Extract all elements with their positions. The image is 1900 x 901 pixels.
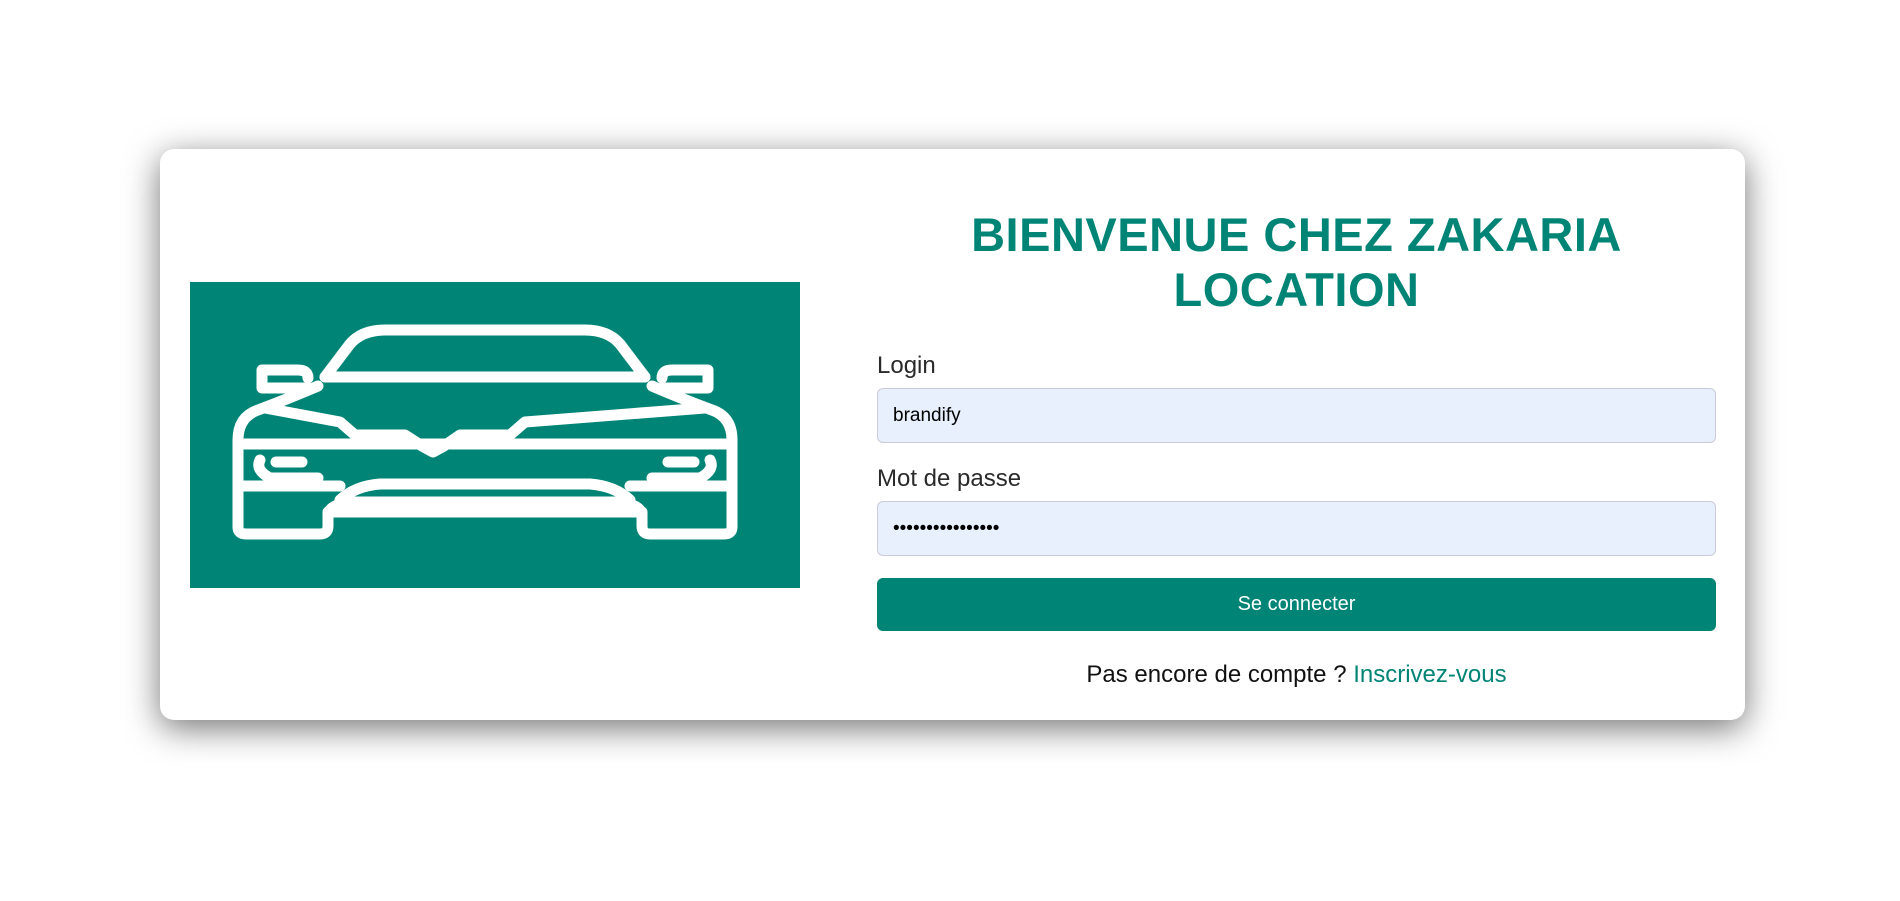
car-front-icon [232,324,738,540]
signup-prompt-line: Pas encore de compte ? Inscrivez-vous [877,661,1716,689]
login-input[interactable] [877,388,1716,443]
login-label: Login [877,352,936,379]
page-title: BIENVENUE CHEZ ZAKARIA LOCATION [971,208,1622,316]
hero-image [190,282,800,588]
login-form: BIENVENUE CHEZ ZAKARIA LOCATION Login Mo… [877,207,1716,689]
password-label: Mot de passe [877,465,1022,492]
login-button[interactable]: Se connecter [877,578,1716,631]
page-viewport: BIENVENUE CHEZ ZAKARIA LOCATION Login Mo… [0,0,1900,901]
login-card: BIENVENUE CHEZ ZAKARIA LOCATION Login Mo… [160,149,1745,720]
signup-link[interactable]: Inscrivez-vous [1353,661,1506,688]
password-input[interactable] [877,501,1716,556]
signup-prompt-text: Pas encore de compte ? [1086,661,1347,688]
